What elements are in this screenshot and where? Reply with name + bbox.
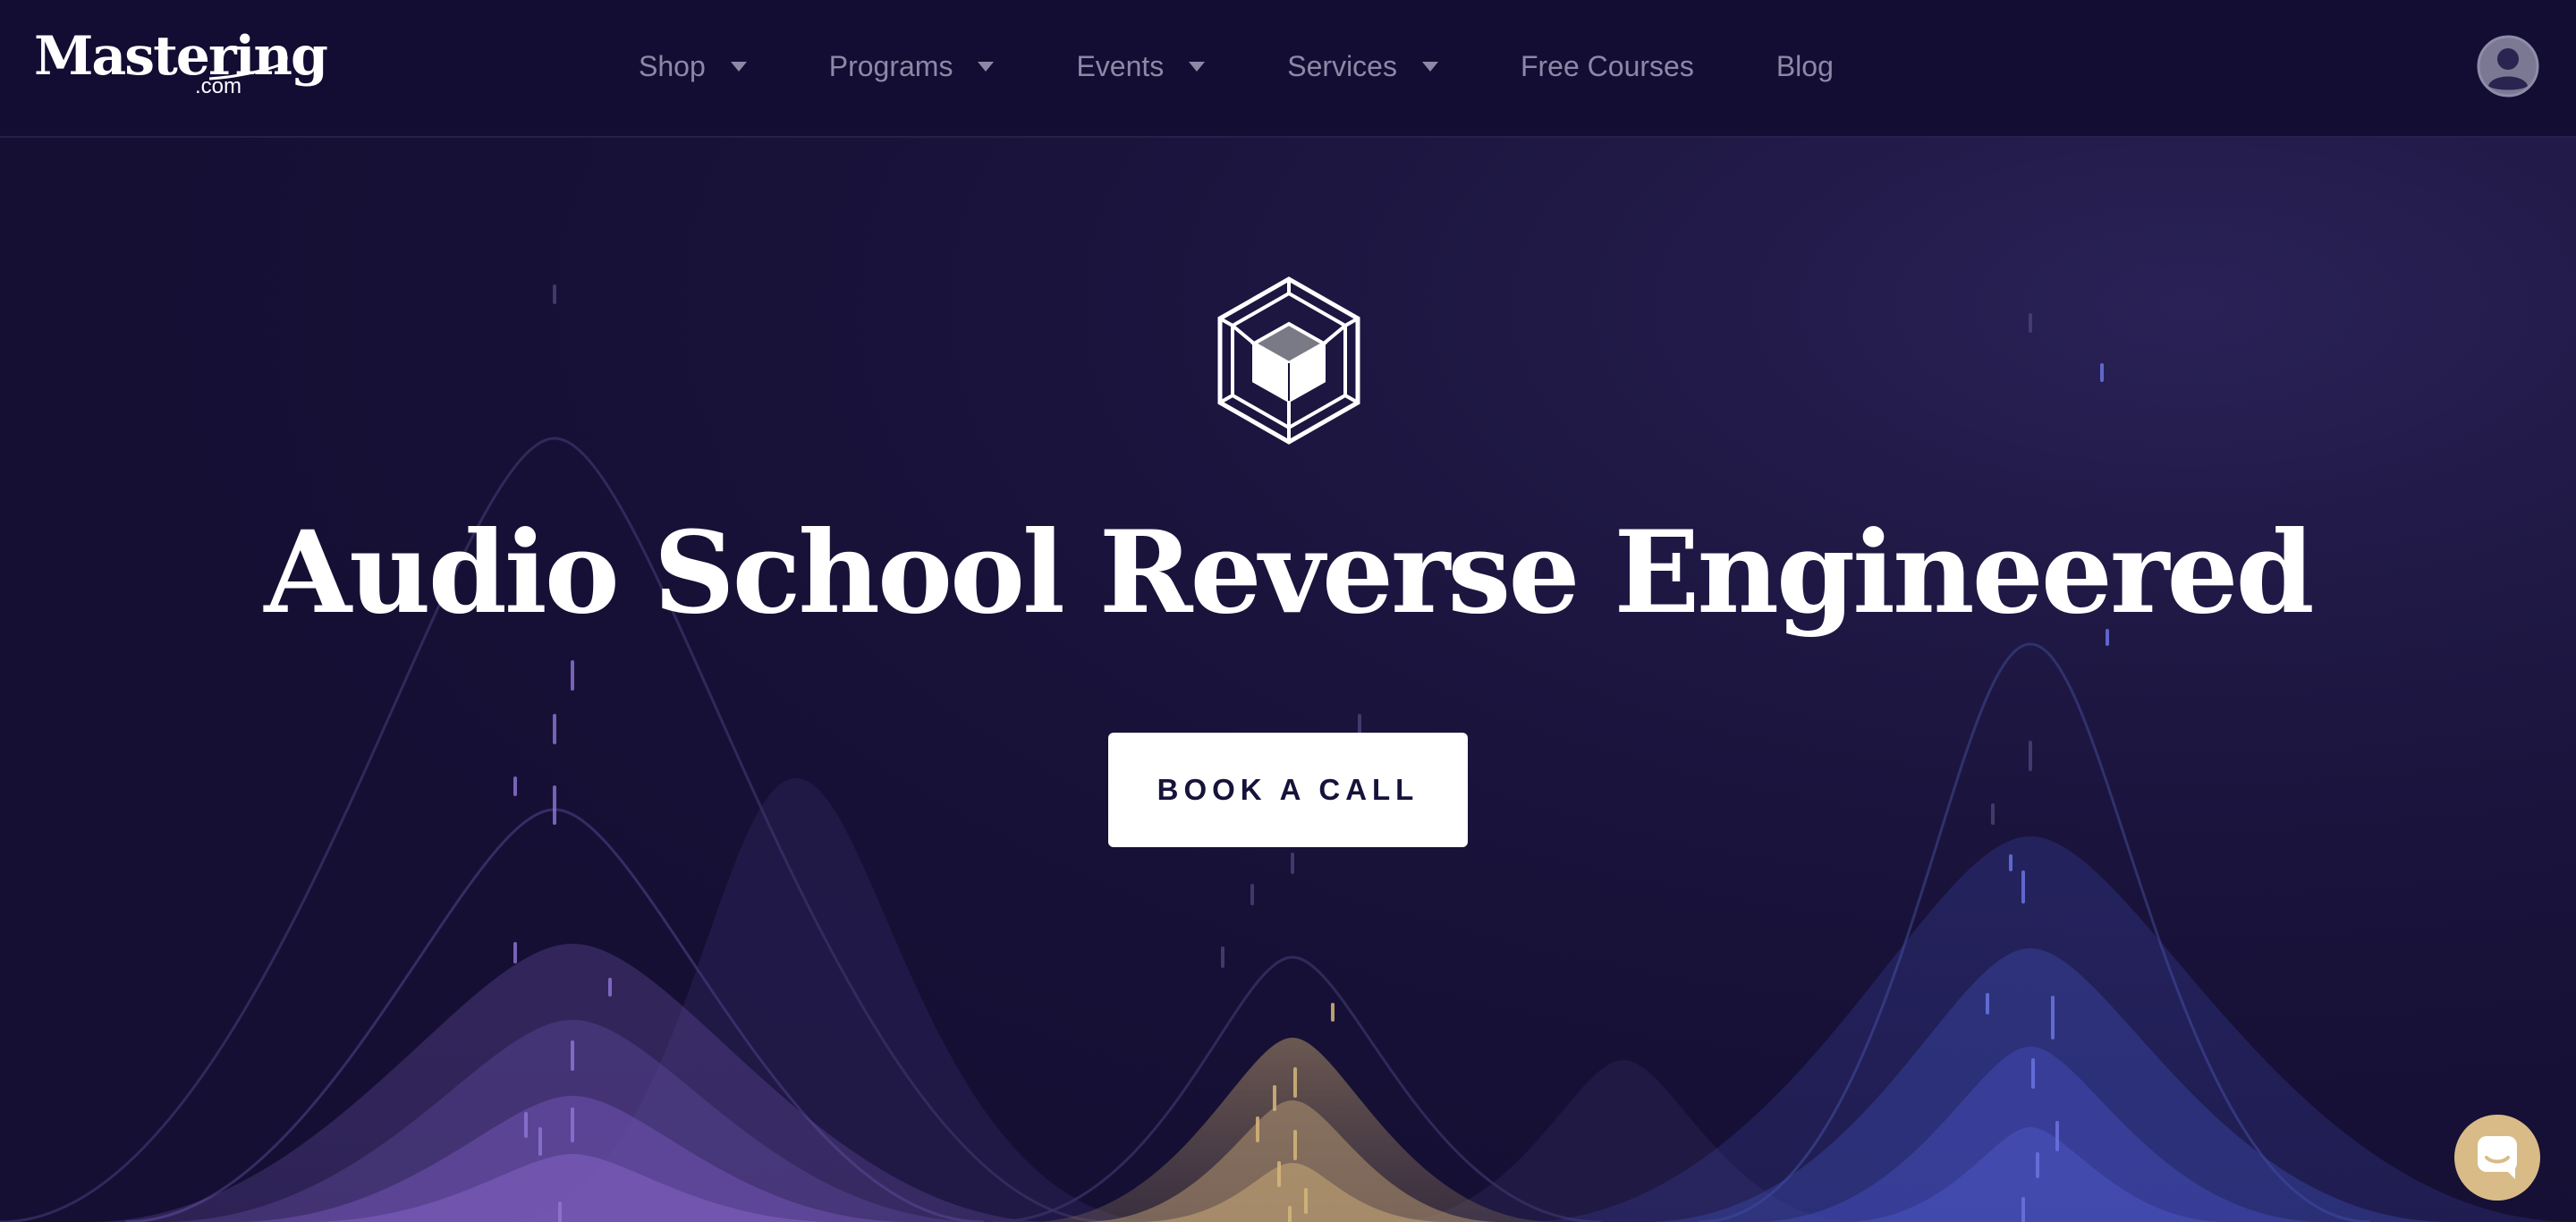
nav-label-shop: Shop bbox=[639, 49, 706, 82]
hero-title: Audio School Reverse Engineered bbox=[264, 506, 2314, 639]
nav-label-events: Events bbox=[1076, 49, 1165, 82]
chevron-down-icon bbox=[730, 61, 747, 72]
nav-label-services: Services bbox=[1287, 49, 1397, 82]
nav-item-events[interactable]: Events bbox=[1076, 49, 1206, 83]
nav-item-blog[interactable]: Blog bbox=[1776, 50, 1834, 83]
chevron-down-icon bbox=[978, 61, 995, 72]
chat-launcher[interactable] bbox=[2454, 1115, 2540, 1201]
nav-item-services[interactable]: Services bbox=[1287, 50, 1438, 83]
nav-item-free-courses[interactable]: Free Courses bbox=[1521, 50, 1694, 83]
chevron-down-icon bbox=[1421, 61, 1438, 72]
logo-suffix: .com bbox=[195, 74, 242, 98]
user-avatar-icon[interactable] bbox=[2476, 34, 2540, 98]
nav-label-programs: Programs bbox=[828, 49, 953, 82]
main-menu: Shop Programs Events Services Free Cours… bbox=[639, 0, 1916, 132]
nav-item-programs[interactable]: Programs bbox=[829, 50, 995, 83]
nav-item-shop[interactable]: Shop bbox=[639, 50, 747, 83]
top-navigation: Mastering .com Shop Programs Events Serv… bbox=[0, 0, 2576, 138]
chevron-down-icon bbox=[1189, 61, 1206, 72]
book-a-call-button[interactable]: BOOK A CALL bbox=[1108, 733, 1468, 847]
nav-label-free-courses: Free Courses bbox=[1520, 49, 1694, 82]
logo-swash-icon bbox=[208, 52, 288, 81]
hexagon-cube-icon bbox=[1217, 276, 1360, 445]
chat-bubble-icon bbox=[2478, 1136, 2517, 1179]
nav-label-blog: Blog bbox=[1775, 49, 1834, 82]
mastering-logo[interactable]: Mastering .com bbox=[34, 25, 328, 106]
